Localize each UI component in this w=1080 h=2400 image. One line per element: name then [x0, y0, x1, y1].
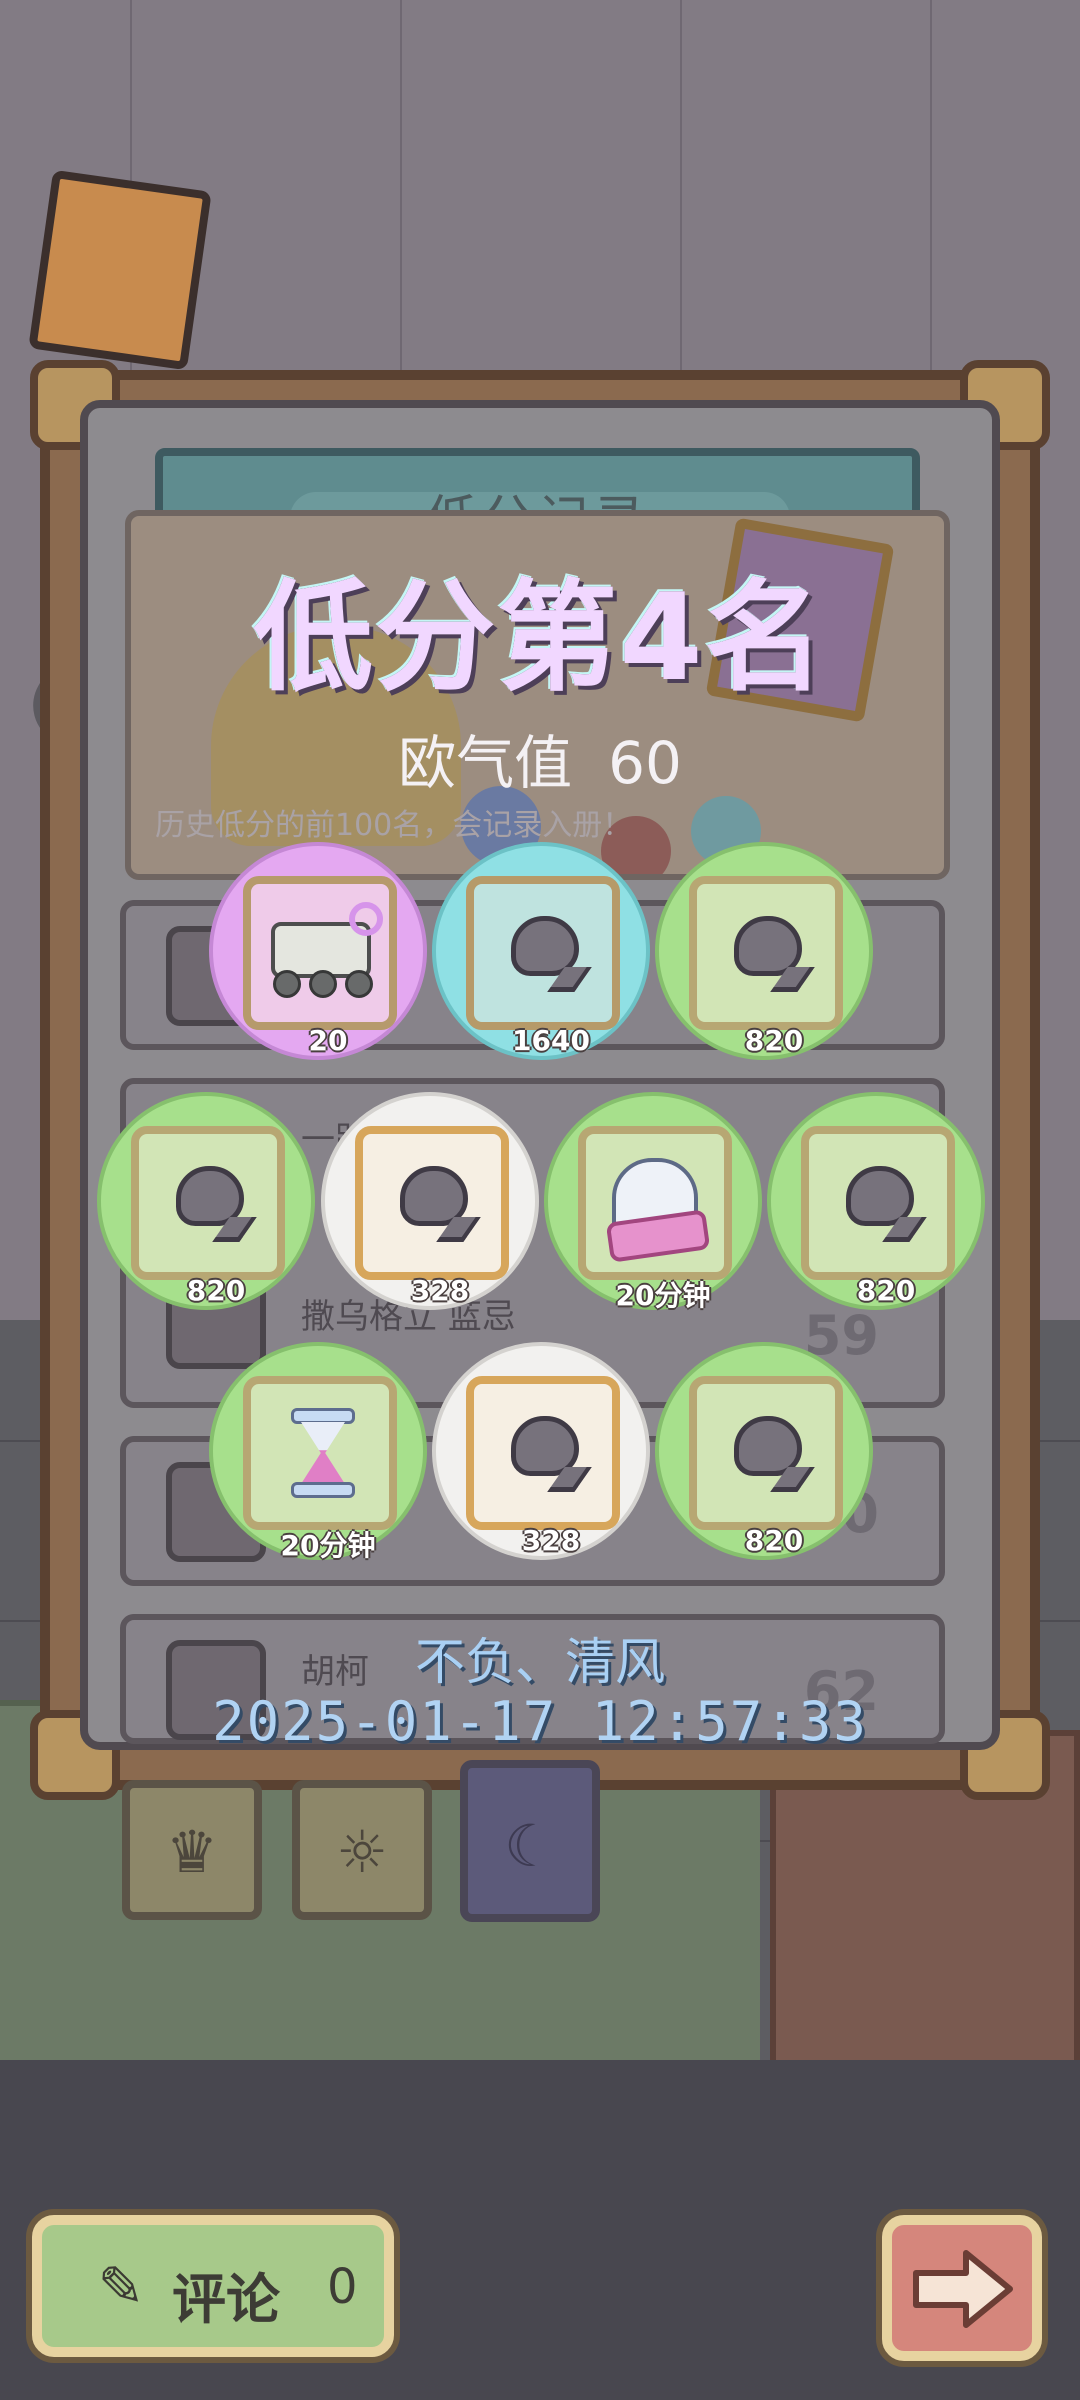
wall-poster: [28, 169, 212, 371]
reward-card: 20: [243, 876, 397, 1057]
reward-quantity: 328: [410, 1274, 470, 1307]
quill-pot-icon: ✎: [97, 2255, 145, 2320]
spirit-blob-icon: [734, 916, 802, 976]
reward-quantity: 20: [308, 1024, 348, 1057]
moon-icon: ☾: [504, 1812, 556, 1880]
comment-button[interactable]: ✎ 评论 0: [32, 2215, 394, 2357]
reward-card: 328: [355, 1126, 509, 1307]
tab-sun[interactable]: ☼: [292, 1780, 432, 1920]
reward-quantity: 1640: [512, 1024, 590, 1057]
reward-card: 20分钟: [243, 1376, 397, 1562]
reward-card: 820: [689, 876, 843, 1057]
spirit-blob-icon: [400, 1166, 468, 1226]
reward-quantity: 20分钟: [280, 1529, 376, 1562]
sun-icon: ☼: [336, 1818, 388, 1886]
tab-moon[interactable]: ☾: [460, 1760, 600, 1922]
luck-value: 60: [608, 729, 682, 797]
reward-quantity: 820: [744, 1024, 804, 1057]
comment-count: 0: [327, 2259, 358, 2315]
reward-quantity: 820: [856, 1274, 916, 1307]
reward-quantity: 820: [186, 1274, 246, 1307]
reward-item[interactable]: 328: [321, 1092, 539, 1310]
reward-item[interactable]: 1640: [432, 842, 650, 1060]
arrow-right-icon: [913, 2250, 1013, 2328]
hourglass-icon: [291, 1408, 355, 1498]
reward-quantity: 20分钟: [615, 1279, 711, 1312]
reward-item[interactable]: 820: [97, 1092, 315, 1310]
reward-item[interactable]: 20: [209, 842, 427, 1060]
reward-item[interactable]: 820: [767, 1092, 985, 1310]
spirit-blob-icon: [734, 1416, 802, 1476]
ghost-icon: [605, 1158, 711, 1263]
robot-cart-icon: [265, 902, 385, 998]
reward-quantity: 328: [521, 1524, 581, 1557]
reward-item[interactable]: 20分钟: [209, 1342, 427, 1562]
spirit-blob-icon: [511, 916, 579, 976]
luck-label: 欧气值: [398, 729, 573, 797]
reward-card: 328: [466, 1376, 620, 1557]
spirit-blob-icon: [176, 1166, 244, 1226]
reward-card: 820: [131, 1126, 285, 1307]
next-button[interactable]: [882, 2215, 1042, 2361]
reward-item[interactable]: 20分钟: [544, 1092, 762, 1312]
comment-label: 评论: [172, 2268, 280, 2331]
record-timestamp: 2025-01-17 12:57:33: [212, 1690, 868, 1753]
rank-title: 低分第4名: [253, 569, 827, 708]
luck-value-line: 欧气值 60: [0, 716, 1080, 800]
crown-icon: ♛: [166, 1818, 218, 1886]
tab-crown[interactable]: ♛: [122, 1780, 262, 1920]
spirit-blob-icon: [846, 1166, 914, 1226]
reward-item[interactable]: 328: [432, 1342, 650, 1560]
reward-item[interactable]: 820: [655, 1342, 873, 1560]
reward-card: 820: [689, 1376, 843, 1557]
reward-card: 1640: [466, 876, 620, 1057]
history-note: 历史低分的前100名，会记录入册！: [155, 808, 633, 843]
reward-card: 20分钟: [578, 1126, 732, 1312]
spirit-blob-icon: [511, 1416, 579, 1476]
reward-quantity: 820: [744, 1524, 804, 1557]
reward-card: 820: [801, 1126, 955, 1307]
player-name: 不负、清风: [415, 1633, 665, 1691]
reward-item[interactable]: 820: [655, 842, 873, 1060]
